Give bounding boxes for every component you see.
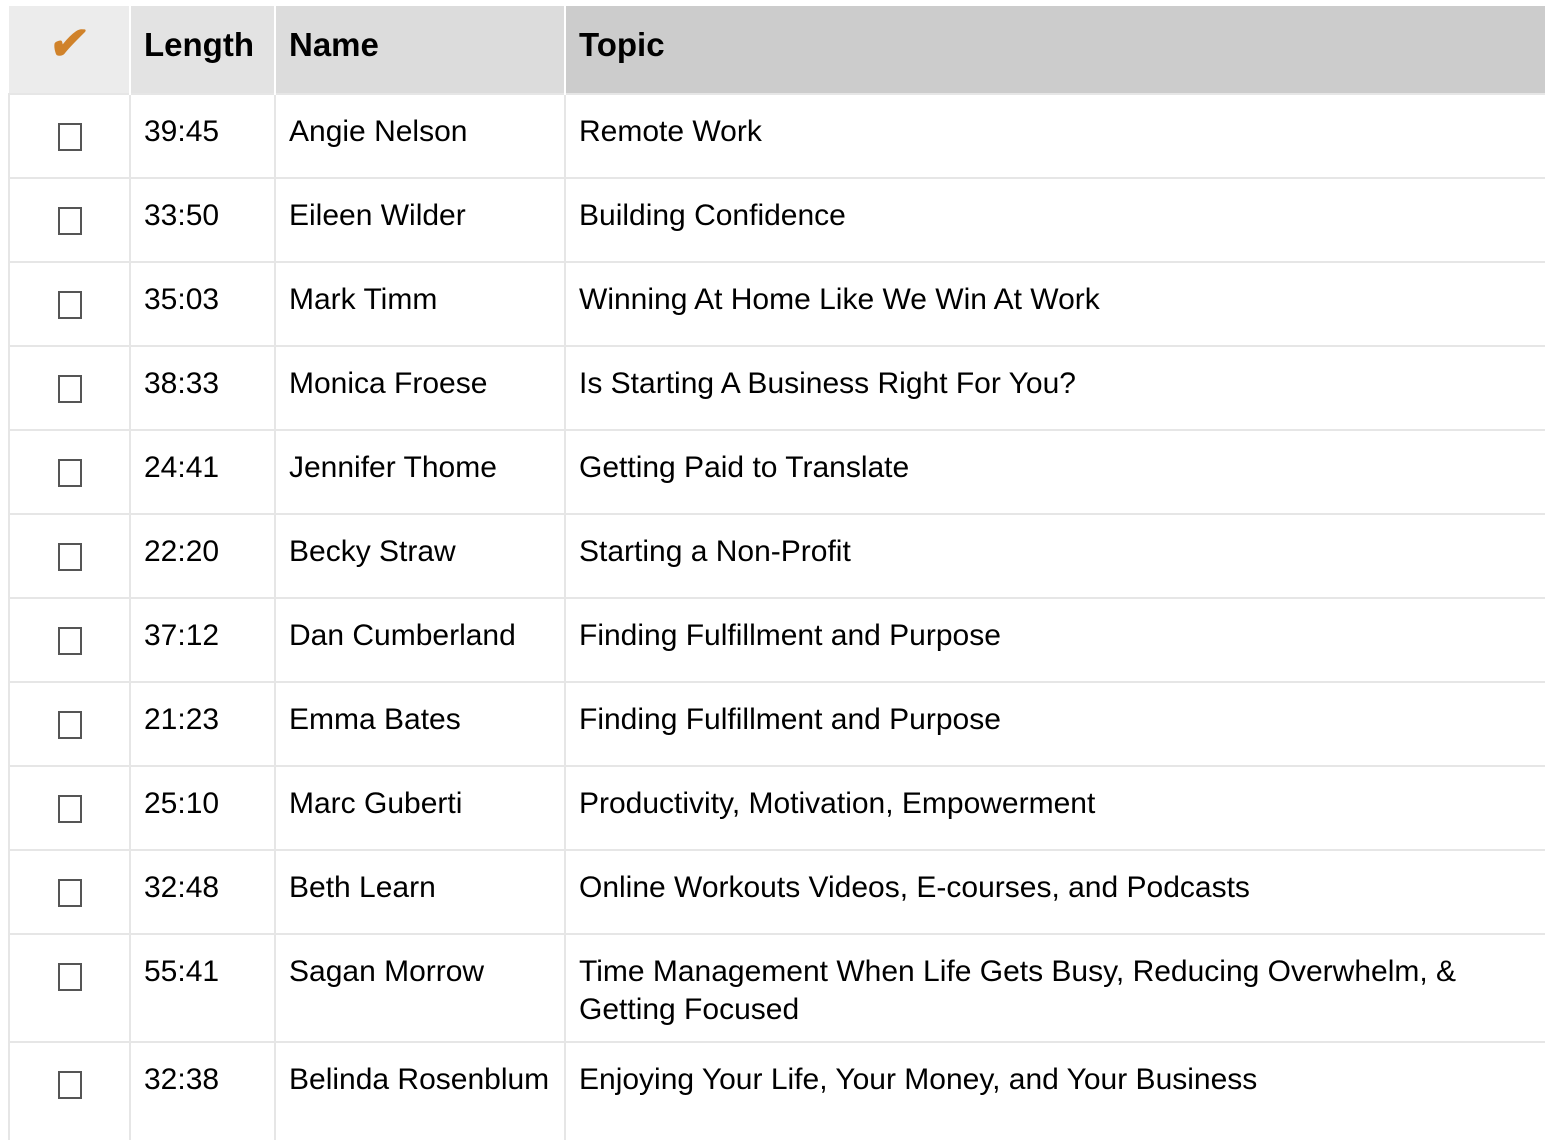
row-topic: Remote Work (565, 93, 1545, 178)
row-topic: Finding Fulfillment and Purpose (565, 681, 1545, 766)
episode-table-container: ✔ Length Name Topic 39:45 Angie Nelson Rem… (8, 6, 1545, 1140)
row-name: Eileen Wilder (275, 177, 566, 262)
table-row: 35:03 Mark Timm Winning At Home Like We Wi… (8, 261, 1545, 346)
table-row: 37:12 Dan Cumberland Finding Fulfillment a… (8, 597, 1545, 682)
row-checkbox[interactable] (57, 711, 82, 739)
row-checkbox[interactable] (57, 207, 82, 235)
row-length: 38:33 (130, 345, 276, 430)
row-checkbox-cell (8, 681, 131, 766)
row-name: Becky Straw (275, 513, 566, 598)
row-length: 25:10 (130, 765, 276, 850)
row-topic: Finding Fulfillment and Purpose (565, 597, 1545, 682)
row-checkbox[interactable] (57, 879, 82, 907)
checkmark-icon: ✔ (46, 17, 92, 69)
row-name: Beth Learn (275, 849, 566, 934)
row-name: Angie Nelson (275, 93, 566, 178)
row-checkbox-cell (8, 93, 131, 178)
row-length: 24:41 (130, 429, 276, 514)
header-name[interactable]: Name (275, 6, 566, 94)
row-name: Mark Timm (275, 261, 566, 346)
row-checkbox[interactable] (57, 375, 82, 403)
table-row: 32:38 Belinda Rosenblum Enjoying Your Life… (8, 1041, 1545, 1140)
row-topic: Productivity, Motivation, Empowerment (565, 765, 1545, 850)
table-row: 24:41 Jennifer Thome Getting Paid to Trans… (8, 429, 1545, 514)
episode-table: ✔ Length Name Topic 39:45 Angie Nelson Rem… (8, 6, 1545, 1140)
row-topic: Online Workouts Videos, E-courses, and P… (565, 849, 1545, 934)
table-header: ✔ Length Name Topic (9, 6, 1545, 94)
row-name: Belinda Rosenblum (275, 1041, 566, 1140)
row-length: 33:50 (130, 177, 276, 262)
row-name: Sagan Morrow (275, 933, 566, 1042)
row-length: 35:03 (130, 261, 276, 346)
row-name: Jennifer Thome (275, 429, 566, 514)
header-check-cell: ✔ (9, 6, 131, 94)
row-name: Dan Cumberland (275, 597, 566, 682)
row-checkbox-cell (8, 765, 131, 850)
row-checkbox-cell (8, 597, 131, 682)
row-checkbox[interactable] (57, 795, 82, 823)
table-row: 32:48 Beth Learn Online Workouts Videos, E… (8, 849, 1545, 934)
row-topic: Starting a Non-Profit (565, 513, 1545, 598)
row-checkbox[interactable] (57, 963, 82, 991)
row-topic: Getting Paid to Translate (565, 429, 1545, 514)
row-name: Emma Bates (275, 681, 566, 766)
table-body: 39:45 Angie Nelson Remote Work 33:50 Eileen … (8, 93, 1545, 1140)
row-checkbox-cell (8, 513, 131, 598)
row-checkbox[interactable] (57, 627, 82, 655)
header-length[interactable]: Length (130, 6, 276, 94)
row-topic: Enjoying Your Life, Your Money, and Your… (565, 1041, 1545, 1140)
table-row: 22:20 Becky Straw Starting a Non-Profit (8, 513, 1545, 598)
table-row: 21:23 Emma Bates Finding Fulfillment and P… (8, 681, 1545, 766)
row-name: Monica Froese (275, 345, 566, 430)
row-checkbox-cell (8, 177, 131, 262)
table-row: 38:33 Monica Froese Is Starting A Business… (8, 345, 1545, 430)
row-checkbox[interactable] (57, 123, 82, 151)
row-checkbox[interactable] (57, 543, 82, 571)
row-length: 32:48 (130, 849, 276, 934)
row-checkbox-cell (8, 261, 131, 346)
table-row: 55:41 Sagan Morrow Time Management When Li… (8, 933, 1545, 1042)
row-topic: Building Confidence (565, 177, 1545, 262)
row-length: 39:45 (130, 93, 276, 178)
row-checkbox-cell (8, 429, 131, 514)
row-length: 32:38 (130, 1041, 276, 1140)
row-checkbox[interactable] (57, 291, 82, 319)
row-topic: Is Starting A Business Right For You? (565, 345, 1545, 430)
table-row: 33:50 Eileen Wilder Building Confidence (8, 177, 1545, 262)
row-length: 22:20 (130, 513, 276, 598)
row-checkbox-cell (8, 1041, 131, 1140)
row-checkbox[interactable] (57, 1071, 82, 1099)
row-checkbox[interactable] (57, 459, 82, 487)
row-topic: Winning At Home Like We Win At Work (565, 261, 1545, 346)
row-checkbox-cell (8, 345, 131, 430)
row-length: 55:41 (130, 933, 276, 1042)
row-name: Marc Guberti (275, 765, 566, 850)
row-checkbox-cell (8, 849, 131, 934)
row-length: 21:23 (130, 681, 276, 766)
header-row: ✔ Length Name Topic (9, 6, 1545, 94)
row-topic: Time Management When Life Gets Busy, Red… (565, 933, 1545, 1042)
row-checkbox-cell (8, 933, 131, 1042)
row-length: 37:12 (130, 597, 276, 682)
table-row: 39:45 Angie Nelson Remote Work (8, 93, 1545, 178)
header-topic[interactable]: Topic (565, 6, 1545, 94)
table-row: 25:10 Marc Guberti Productivity, Motivatio… (8, 765, 1545, 850)
